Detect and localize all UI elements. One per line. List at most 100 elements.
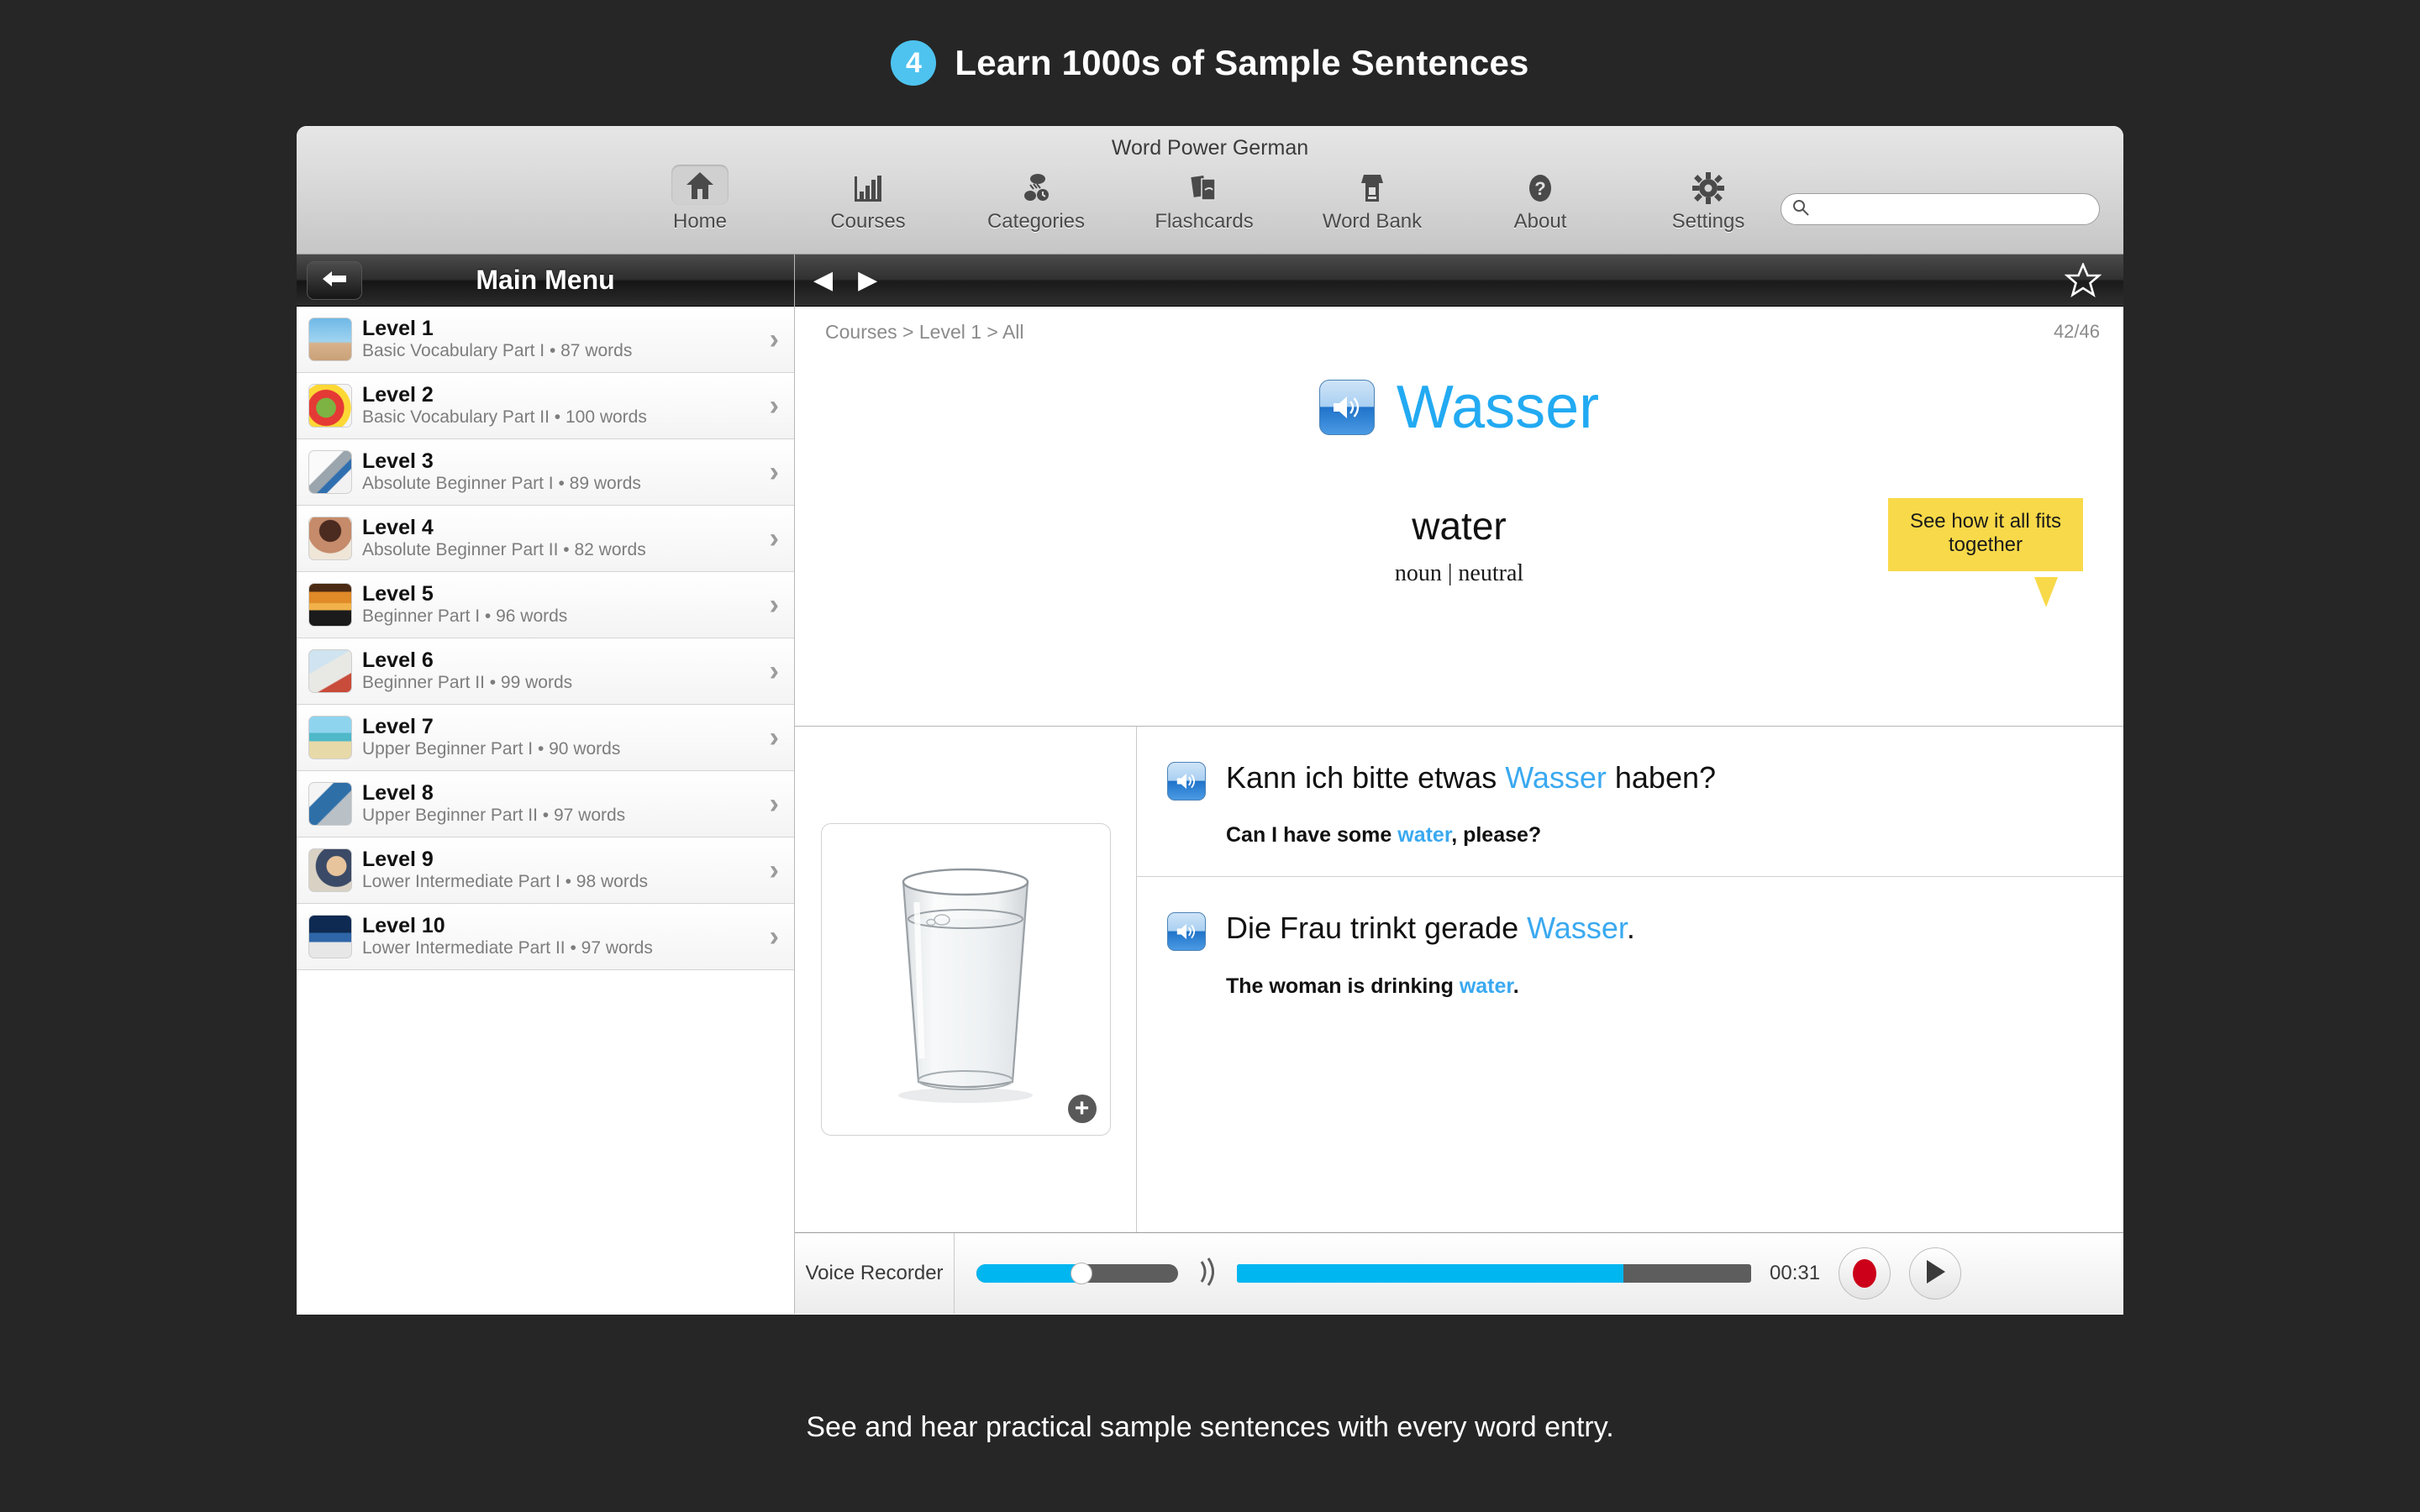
sentence-item: Die Frau trinkt gerade Wasser. The woman…: [1137, 877, 2123, 1026]
glass-of-water-image: [898, 868, 1033, 1103]
sentence-target-highlight: Wasser: [1505, 760, 1607, 795]
level-name: Level 7: [362, 715, 434, 739]
record-button[interactable]: [1839, 1247, 1891, 1299]
list-item[interactable]: Level 3 Absolute Beginner Part I • 89 wo…: [297, 439, 794, 506]
chevron-right-icon: ›: [769, 853, 779, 886]
chevron-right-icon: ›: [769, 654, 779, 687]
word-display-zone: Wasser water noun | neutral See how it a…: [795, 357, 2123, 727]
list-item[interactable]: Level 2 Basic Vocabulary Part II • 100 w…: [297, 373, 794, 439]
playback-progress-bar[interactable]: [1237, 1264, 1751, 1283]
list-item[interactable]: Level 8 Upper Beginner Part II • 97 word…: [297, 771, 794, 837]
toolbar-item-settings[interactable]: Settings: [1624, 165, 1792, 234]
list-item[interactable]: Level 5 Beginner Part I • 96 words ›: [297, 572, 794, 638]
sentence-english-highlight: water: [1459, 974, 1513, 998]
toolbar-label-word-bank: Word Bank: [1322, 210, 1423, 233]
level-thumbnail: [308, 583, 352, 627]
list-item[interactable]: Level 4 Absolute Beginner Part II • 82 w…: [297, 506, 794, 572]
record-dot-icon: [1853, 1259, 1877, 1288]
level-name: Level 1: [362, 317, 434, 341]
breadcrumb[interactable]: Courses > Level 1 > All: [825, 321, 1024, 344]
recording-time: 00:31: [1770, 1262, 1821, 1284]
level-subtitle: Upper Beginner Part I • 90 words: [362, 739, 621, 759]
toolbar-item-categories[interactable]: Categories: [952, 165, 1120, 234]
toolbar-item-home[interactable]: Home: [616, 165, 784, 234]
chevron-right-icon: ›: [769, 323, 779, 355]
list-item[interactable]: Level 10 Lower Intermediate Part II • 97…: [297, 904, 794, 970]
level-name: Level 9: [362, 848, 434, 872]
level-subtitle: Lower Intermediate Part II • 97 words: [362, 938, 653, 958]
chevron-right-icon: ›: [769, 522, 779, 554]
categories-icon: [1019, 165, 1053, 205]
chevron-right-icon: ›: [769, 389, 779, 422]
level-subtitle: Beginner Part I • 96 words: [362, 606, 568, 627]
list-item[interactable]: Level 7 Upper Beginner Part I • 90 words…: [297, 705, 794, 771]
level-name: Level 2: [362, 383, 434, 407]
level-name: Level 4: [362, 516, 434, 540]
promo-caption: See and hear practical sample sentences …: [806, 1411, 1614, 1443]
level-name: Level 3: [362, 449, 434, 474]
toolbar-label-about: About: [1513, 210, 1567, 233]
level-list: Level 1 Basic Vocabulary Part I • 87 wor…: [297, 307, 794, 970]
level-subtitle: Basic Vocabulary Part I • 87 words: [362, 341, 633, 361]
list-item[interactable]: Level 6 Beginner Part II • 99 words ›: [297, 638, 794, 705]
sentence-target-post: haben?: [1606, 760, 1717, 795]
sentence-target-post: .: [1626, 911, 1635, 946]
entry-counter: 42/46: [2053, 321, 2100, 342]
sentences-zone: + Kann ich bitte etwas Wasser haben? Can…: [795, 727, 2123, 1233]
volume-knob[interactable]: [1071, 1263, 1092, 1284]
target-word: Wasser: [1396, 374, 1600, 441]
speaker-icon[interactable]: [1167, 762, 1206, 801]
search-box[interactable]: [1781, 193, 2100, 225]
level-thumbnail: [308, 318, 352, 361]
sentence-target: Die Frau trinkt gerade Wasser.: [1226, 911, 1635, 945]
level-thumbnail: [308, 848, 352, 892]
level-subtitle: Basic Vocabulary Part II • 100 words: [362, 407, 647, 428]
volume-fill: [976, 1264, 1079, 1283]
level-thumbnail: [308, 782, 352, 826]
toolbar-item-about[interactable]: ? About: [1456, 165, 1624, 234]
sentence-english: Can I have some water, please?: [1226, 823, 1716, 848]
next-entry-button[interactable]: ▶: [858, 267, 877, 293]
level-name: Level 8: [362, 781, 434, 806]
level-name: Level 5: [362, 582, 434, 606]
window-title: Word Power German: [1111, 136, 1309, 160]
expand-image-button[interactable]: +: [1067, 1095, 1097, 1123]
toolbar-item-courses[interactable]: Courses: [784, 165, 952, 234]
app-toolbar: Word Power German Home Courses Categorie…: [297, 126, 2123, 255]
sentence-english-highlight: water: [1397, 823, 1452, 848]
search-input[interactable]: [1817, 199, 2086, 219]
sentence-english-pre: The woman is drinking: [1226, 974, 1460, 998]
speaker-icon[interactable]: [1318, 380, 1375, 435]
play-button[interactable]: [1909, 1247, 1962, 1299]
sidebar: Main Menu Level 1 Basic Vocabulary Part …: [297, 255, 795, 1314]
toolbar-item-flashcards[interactable]: Flashcards: [1120, 165, 1288, 234]
sentence-english-pre: Can I have some: [1226, 823, 1398, 848]
word-bank-icon: [1355, 165, 1389, 205]
playback-progress-fill: [1237, 1264, 1623, 1283]
speaker-icon[interactable]: [1167, 912, 1206, 952]
back-button[interactable]: [307, 261, 362, 300]
sentence-english-post: .: [1512, 974, 1519, 998]
favorite-star-icon[interactable]: [2064, 261, 2102, 302]
level-thumbnail: [308, 649, 352, 693]
volume-slider[interactable]: [976, 1263, 1178, 1284]
previous-entry-button[interactable]: ◀: [813, 267, 833, 293]
callout-tooltip: See how it all fits together: [1888, 498, 2083, 571]
sentence-english-post: , please?: [1451, 823, 1542, 848]
app-window: Word Power German Home Courses Categorie…: [297, 126, 2123, 1315]
sentence-list: Kann ich bitte etwas Wasser haben? Can I…: [1137, 727, 2123, 1232]
chevron-right-icon: ›: [769, 787, 779, 820]
bar-chart-icon: [851, 165, 885, 205]
toolbar-label-courses: Courses: [830, 210, 906, 233]
sentence-target-pre: Kann ich bitte etwas: [1226, 760, 1506, 795]
chevron-right-icon: ›: [769, 588, 779, 621]
toolbar-item-word-bank[interactable]: Word Bank: [1288, 165, 1456, 234]
toolbar-label-settings: Settings: [1671, 210, 1745, 233]
toolbar-label-home: Home: [672, 210, 728, 233]
word-image-card[interactable]: +: [820, 823, 1111, 1136]
level-subtitle: Upper Beginner Part II • 97 words: [362, 806, 626, 826]
list-item[interactable]: Level 9 Lower Intermediate Part I • 98 w…: [297, 837, 794, 904]
level-name: Level 10: [362, 914, 445, 938]
sentence-target: Kann ich bitte etwas Wasser haben?: [1226, 760, 1716, 795]
list-item[interactable]: Level 1 Basic Vocabulary Part I • 87 wor…: [297, 307, 794, 373]
